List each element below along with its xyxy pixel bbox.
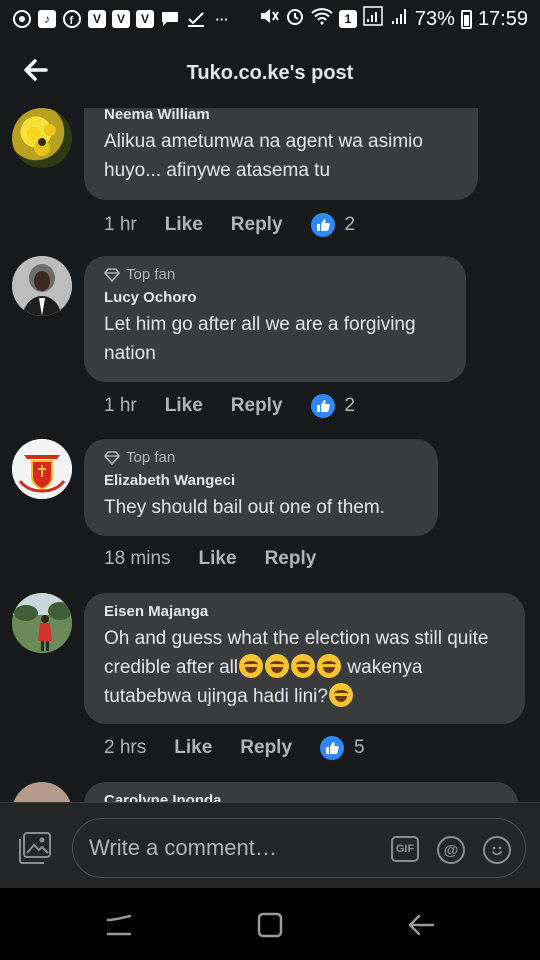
avatar[interactable] (12, 782, 72, 802)
composer-actions: GIF @ (391, 836, 511, 864)
diamond-icon (104, 267, 120, 282)
comment-bubble[interactable]: Neema William Alikua ametumwa na agent w… (84, 108, 478, 200)
thumbs-up-icon[interactable] (310, 213, 335, 237)
comment-bubble[interactable]: Eisen Majanga Oh and guess what the elec… (84, 593, 525, 724)
battery-icon (460, 9, 472, 29)
top-fan-badge: Top fan (104, 449, 418, 466)
chrome-icon (12, 9, 32, 29)
photo-icon[interactable] (18, 831, 52, 865)
laughing-crying-emoji (317, 654, 342, 678)
wifi-icon (311, 7, 333, 31)
facebook-icon: f (62, 9, 82, 29)
home-icon[interactable] (255, 910, 285, 940)
mention-icon[interactable]: @ (437, 836, 465, 864)
commenter-name[interactable]: Neema William (104, 108, 458, 123)
chat-icon (160, 9, 180, 29)
diamond-icon (104, 450, 120, 465)
check-icon (186, 9, 206, 29)
top-fan-badge: Top fan (104, 266, 446, 283)
svg-text:f: f (70, 15, 74, 27)
comment-input[interactable]: Write a comment… GIF @ (72, 818, 526, 878)
comment-bubble[interactable]: Top fan Elizabeth Wangeci They should ba… (84, 439, 438, 536)
back-arrow-icon[interactable] (20, 54, 52, 86)
comment-bubble[interactable]: Carolyne Inonda (84, 782, 518, 802)
reply-button[interactable]: Reply (240, 737, 292, 759)
vpn-icon: V (112, 10, 130, 28)
recent-apps-icon[interactable] (104, 910, 134, 940)
like-button[interactable]: Like (199, 548, 237, 570)
mute-icon (259, 7, 279, 31)
alarm-icon (285, 6, 305, 32)
laughing-crying-emoji (239, 654, 264, 678)
commenter-name[interactable]: Elizabeth Wangeci (104, 472, 418, 489)
reaction-count[interactable]: 5 (354, 737, 365, 759)
comment-text: Let him go after all we are a forgiving … (104, 314, 416, 364)
commenter-name[interactable]: Lucy Ochoro (104, 289, 446, 306)
page-title: Tuko.co.ke's post (186, 61, 354, 84)
signal-icon (363, 6, 385, 32)
thumbs-up-icon[interactable] (310, 394, 335, 418)
comment-time[interactable]: 18 mins (104, 548, 171, 570)
more-notifications-icon: ··· (215, 11, 229, 27)
emoji-icon[interactable] (483, 836, 511, 864)
like-button[interactable]: Like (165, 214, 203, 236)
comment-time[interactable]: 1 hr (104, 395, 137, 417)
commenter-name[interactable]: Eisen Majanga (104, 603, 505, 620)
vpn-icon: V (136, 10, 154, 28)
avatar[interactable] (12, 108, 72, 168)
comment-time[interactable]: 2 hrs (104, 737, 146, 759)
battery-percent: 73% (414, 7, 455, 30)
clock: 17:59 (477, 7, 528, 30)
reply-button[interactable]: Reply (265, 548, 317, 570)
signal-bars-icon (391, 7, 409, 31)
avatar[interactable] (12, 256, 72, 316)
tiktok-icon: ♪ (38, 10, 56, 28)
commenter-name[interactable]: Carolyne Inonda (104, 792, 498, 802)
avatar[interactable] (12, 593, 72, 653)
smirk-emoji (328, 683, 353, 707)
laughing-crying-emoji (291, 654, 316, 678)
avatar[interactable] (12, 439, 72, 499)
comment-placeholder: Write a comment… (89, 835, 277, 860)
vpn-icon: V (88, 10, 106, 28)
comment-actions: 2 hrs Like Reply 5 (104, 736, 365, 760)
back-icon[interactable] (406, 910, 436, 940)
reaction-count[interactable]: 2 (345, 214, 356, 236)
like-button[interactable]: Like (165, 395, 203, 417)
top-fan-label: Top fan (126, 266, 176, 283)
comment-text: Oh and guess what the election was still… (104, 624, 505, 711)
notification-icons: ♪ f V V V ··· (12, 9, 232, 29)
comment-composer: Write a comment… GIF @ (0, 802, 540, 888)
thumbs-up-icon[interactable] (320, 736, 345, 760)
system-navigation-bar (0, 888, 540, 960)
comment-text: They should bail out one of them. (104, 497, 385, 518)
like-button[interactable]: Like (174, 737, 212, 759)
comment-actions: 1 hr Like Reply 2 (104, 213, 355, 237)
comment-bubble[interactable]: Top fan Lucy Ochoro Let him go after all… (84, 256, 466, 382)
comments-list: Neema William Alikua ametumwa na agent w… (0, 108, 540, 802)
reply-button[interactable]: Reply (231, 214, 283, 236)
top-fan-label: Top fan (126, 449, 176, 466)
reply-button[interactable]: Reply (231, 395, 283, 417)
comment-time[interactable]: 1 hr (104, 214, 137, 236)
reaction-count[interactable]: 2 (345, 395, 356, 417)
laughing-crying-emoji (265, 654, 290, 678)
post-header: Tuko.co.ke's post (0, 38, 540, 108)
sim-icon: 1 (338, 10, 357, 28)
system-status: 1 73% 17:59 (259, 6, 528, 32)
comment-text: Alikua ametumwa na agent wa asimio huyo.… (104, 131, 423, 181)
status-bar: ♪ f V V V ··· 1 73% 17:59 (0, 0, 540, 38)
gif-icon[interactable]: GIF (391, 836, 419, 862)
comment-actions: 18 mins Like Reply (104, 548, 344, 570)
comment-actions: 1 hr Like Reply 2 (104, 394, 355, 418)
